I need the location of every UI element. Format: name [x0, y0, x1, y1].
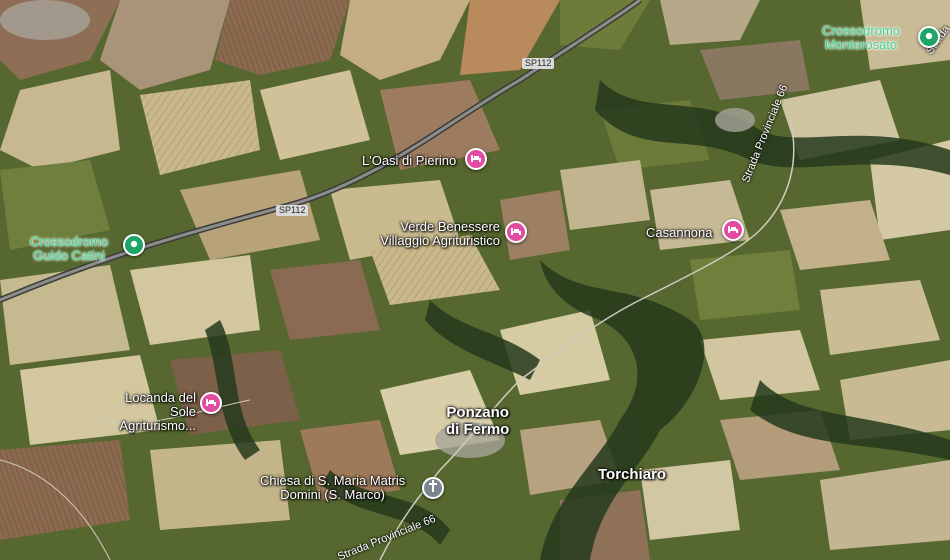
hotel-icon [510, 223, 522, 241]
road-shield-sp112-top: SP112 [522, 58, 555, 69]
sports-venue-icon [129, 236, 139, 254]
hotel-pin-casannona[interactable] [722, 219, 744, 241]
place-label-crossodromo-guido-catini[interactable]: Crossodromo Guido Catini [30, 235, 108, 263]
place-label-ponzano-di-fermo[interactable]: Ponzano di Fermo [446, 404, 509, 438]
sports-venue-icon [924, 28, 934, 46]
place-label-crossodromo-monterosato[interactable]: Crossodromo Monterosato [822, 24, 900, 52]
satellite-map[interactable]: SP112 SP112 Strada Provinciale 66 Strada… [0, 0, 950, 560]
sports-venue-pin-crossodromo-monterosato[interactable] [918, 26, 940, 48]
place-label-casannona[interactable]: Casannona [646, 226, 713, 240]
road-shield-sp112-mid: SP112 [276, 205, 309, 216]
place-label-oasi-di-pierino[interactable]: L'Oasi di Pierino [362, 154, 456, 168]
hotel-pin-verde-benessere[interactable] [505, 221, 527, 243]
hotel-icon [470, 150, 482, 168]
place-label-torchiaro[interactable]: Torchiaro [598, 466, 666, 483]
place-label-locanda-del-sole[interactable]: Locanda del Sole Agriturismo... [100, 391, 196, 433]
hotel-icon [727, 221, 739, 239]
hotel-icon [205, 394, 217, 412]
place-label-verde-benessere[interactable]: Verde Benessere Villaggio Agrituristico [354, 220, 500, 248]
church-pin-chiesa-s-maria-matris-domini[interactable] [422, 477, 444, 499]
satellite-imagery [0, 0, 950, 560]
place-label-chiesa-s-maria-matris-domini[interactable]: Chiesa di S. Maria Matris Domini (S. Mar… [260, 474, 405, 502]
hotel-pin-oasi-di-pierino[interactable] [465, 148, 487, 170]
sports-venue-pin-crossodromo-guido-catini[interactable] [123, 234, 145, 256]
church-icon [428, 479, 438, 497]
hotel-pin-locanda-del-sole[interactable] [200, 392, 222, 414]
